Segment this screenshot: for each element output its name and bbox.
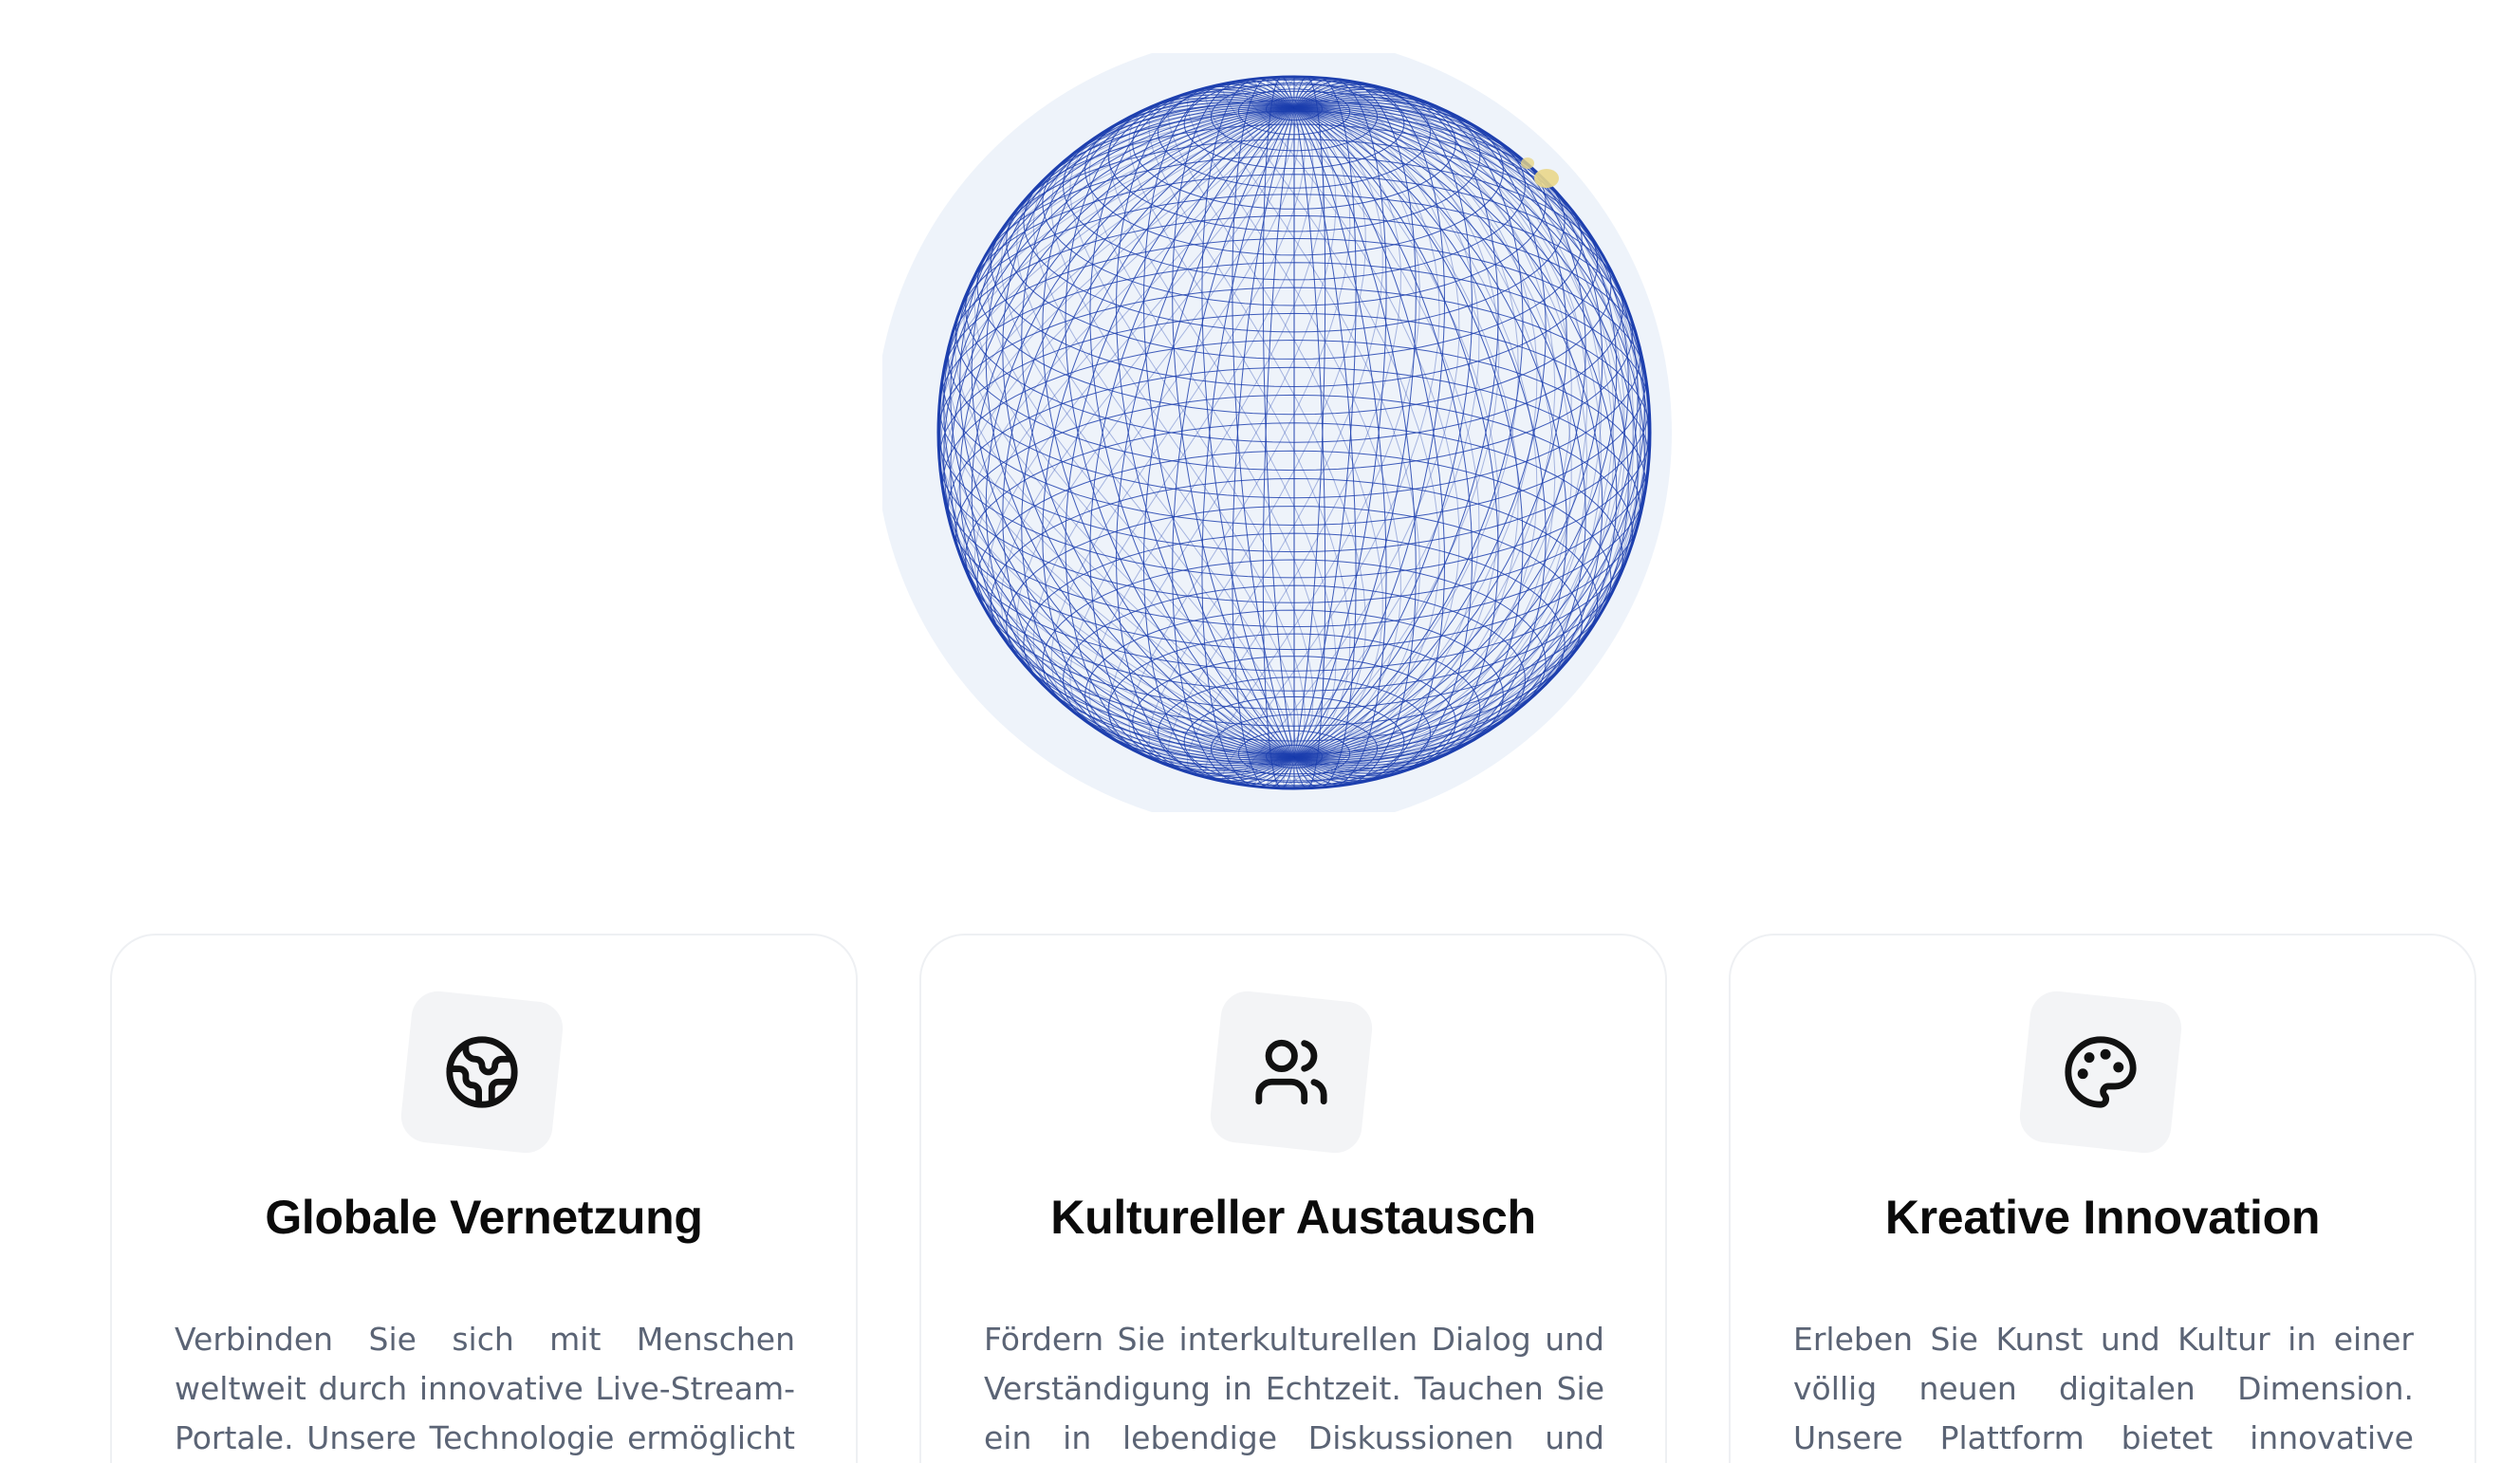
palette-icon [2065, 1036, 2137, 1108]
globe-visualization[interactable] [882, 53, 1698, 812]
feature-description: Erleben Sie Kunst und Kultur in einer vö… [1793, 1321, 2414, 1456]
feature-icon-box [1208, 989, 1375, 1156]
feature-cards: Globale Vernetzung Verbinden Sie sich mi… [110, 934, 2478, 1463]
feature-card-kreative-innovation: Kreative Innovation Erleben Sie Kunst un… [1729, 934, 2476, 1463]
users-icon [1255, 1039, 1327, 1105]
feature-description: Verbinden Sie sich mit Menschen weltweit… [175, 1321, 795, 1456]
feature-title: Kreative Innovation [1884, 1191, 2321, 1244]
wireframe-globe-icon [882, 53, 1672, 812]
feature-icon-box [398, 989, 565, 1156]
feature-title: Kultureller Austausch [1050, 1191, 1536, 1244]
globe-icon [446, 1036, 518, 1108]
feature-card-globale-vernetzung: Globale Vernetzung Verbinden Sie sich mi… [110, 934, 858, 1463]
page: Globale Vernetzung Verbinden Sie sich mi… [0, 0, 2520, 1463]
feature-description: Fördern Sie interkulturellen Dialog und … [984, 1321, 1604, 1456]
feature-card-kultureller-austausch: Kultureller Austausch Fördern Sie interk… [919, 934, 1667, 1463]
feature-icon-box [2017, 989, 2184, 1156]
feature-title: Globale Vernetzung [265, 1191, 703, 1244]
